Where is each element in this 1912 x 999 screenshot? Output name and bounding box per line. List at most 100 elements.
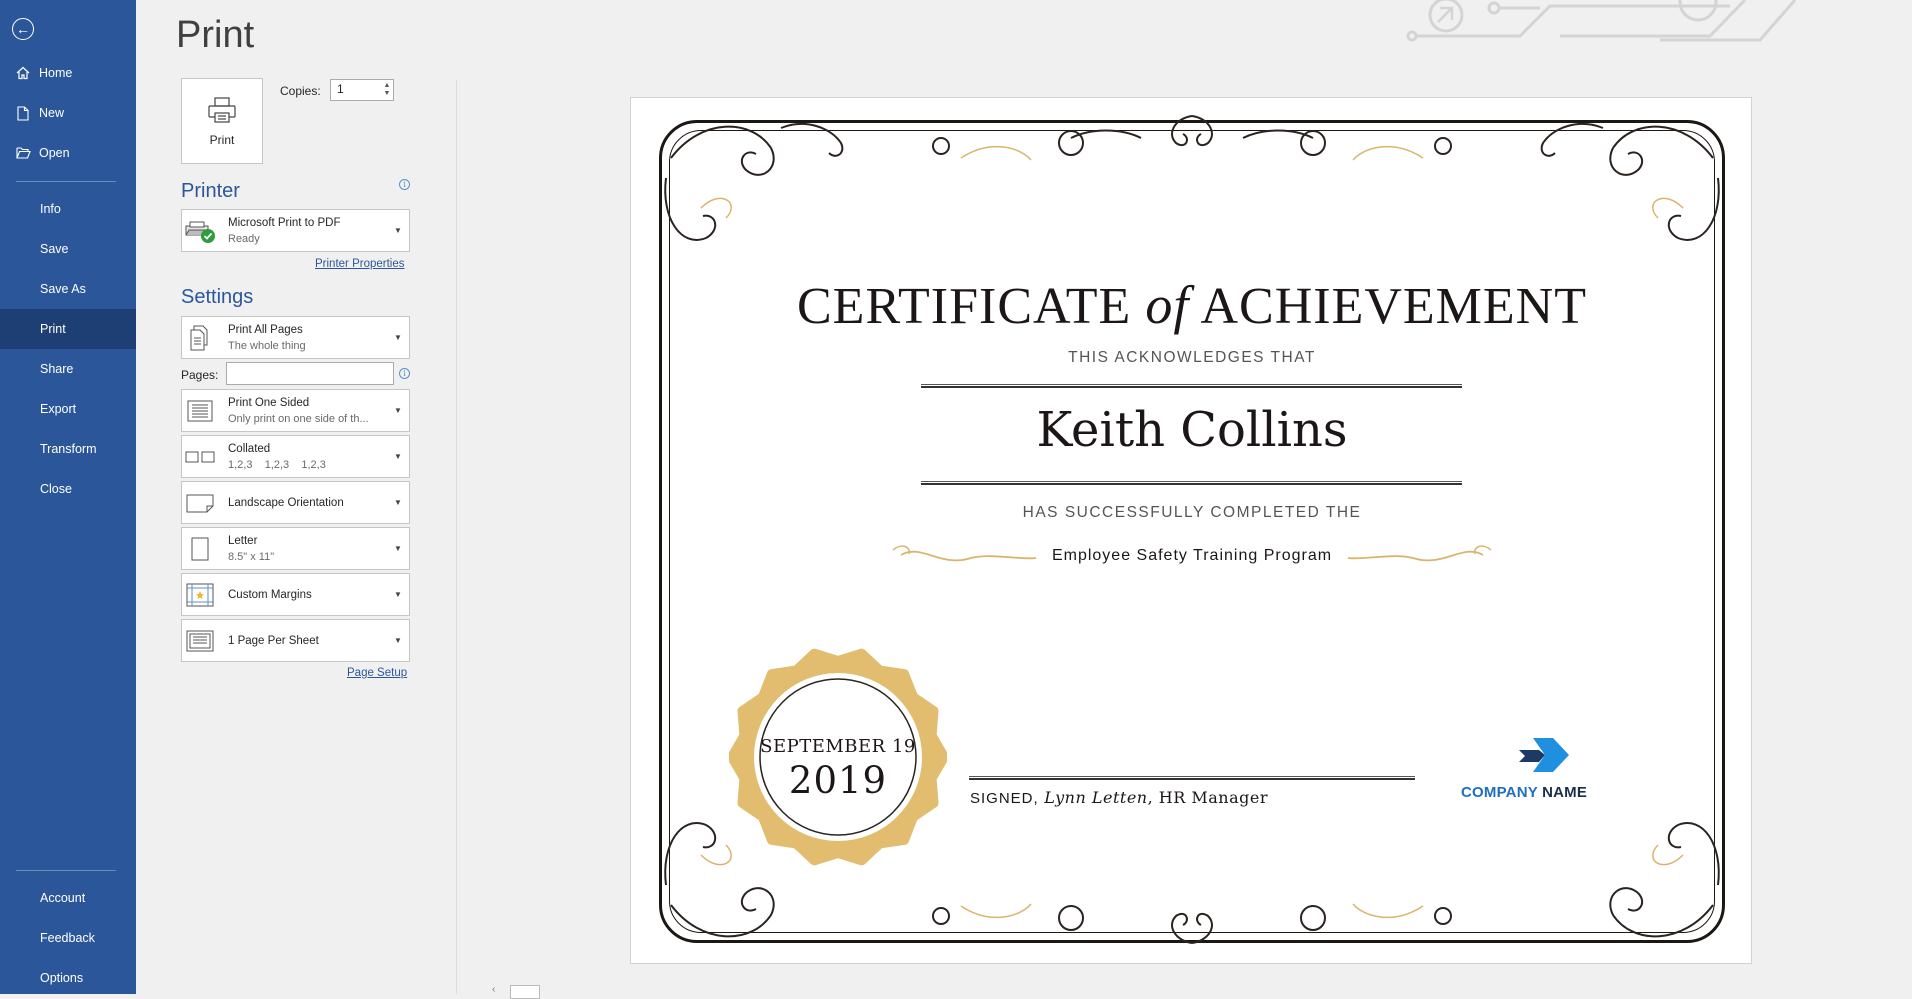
page-setup-link[interactable]: Page Setup	[347, 667, 407, 679]
margins-icon	[182, 574, 218, 615]
sides-dropdown[interactable]: Print One Sided Only print on one side o…	[181, 389, 410, 432]
print-button-label: Print	[209, 132, 235, 147]
home-icon	[15, 66, 31, 80]
copies-label: Copies:	[280, 84, 321, 98]
pages-icon	[182, 317, 218, 358]
sides-sub: Only print on one side of th...	[228, 412, 369, 425]
certificate-title: CERTIFICATE of ACHIEVEMENT	[631, 274, 1753, 336]
info-icon[interactable]: i	[399, 368, 410, 379]
collated-icon	[182, 436, 218, 477]
pages-input[interactable]	[226, 362, 394, 385]
sidebar-item-label: Options	[40, 971, 84, 985]
circuit-decoration	[1406, 0, 1797, 42]
settings-heading: Settings	[181, 286, 254, 308]
sidebar-item-label: Transform	[40, 442, 97, 456]
sidebar-item-transform[interactable]: Transform	[0, 429, 136, 469]
pages-per-sheet-icon	[182, 620, 218, 661]
back-arrow-icon[interactable]: ←	[12, 18, 34, 40]
sidebar-item-export[interactable]: Export	[0, 389, 136, 429]
sidebar-item-account[interactable]: Account	[0, 878, 136, 918]
page-number-input[interactable]	[510, 985, 540, 999]
copies-spinner[interactable]: ▲ ▼	[381, 80, 393, 100]
sides-main: Print One Sided	[228, 396, 310, 409]
chevron-down-icon: ▼	[394, 544, 402, 553]
sidebar-item-label: Feedback	[40, 931, 95, 945]
sidebar-item-close[interactable]: Close	[0, 469, 136, 509]
sidebar-item-label: Save	[40, 242, 69, 256]
title-part-1: CERTIFICATE	[797, 278, 1132, 335]
spin-up-icon[interactable]: ▲	[384, 82, 391, 90]
sidebar-item-feedback[interactable]: Feedback	[0, 918, 136, 958]
collation-main: Collated	[228, 442, 271, 455]
seal-year: 2019	[788, 759, 888, 802]
margins-main: Custom Margins	[228, 588, 312, 601]
title-part-2: ACHIEVEMENT	[1200, 278, 1587, 335]
spin-down-icon[interactable]: ▼	[384, 90, 391, 98]
paper-size-main: Letter	[228, 534, 258, 547]
sidebar-item-label: Home	[39, 66, 73, 80]
sidebar-item-new[interactable]: New	[0, 93, 136, 133]
print-button[interactable]: Print	[181, 78, 263, 164]
chevron-down-icon: ▼	[394, 406, 402, 415]
chevron-down-icon: ▼	[394, 590, 402, 599]
printer-heading: Printer	[181, 180, 240, 202]
print-range-dropdown[interactable]: Print All Pages The whole thing ▼	[181, 316, 410, 359]
orientation-main: Landscape Orientation	[228, 496, 344, 509]
collation-dropdown[interactable]: Collated 1,2,3 1,2,3 1,2,3 ▼	[181, 435, 410, 478]
sidebar-item-label: Account	[40, 891, 86, 905]
date-seal	[729, 648, 947, 866]
pages-per-sheet-dropdown[interactable]: 1 Page Per Sheet ▼	[181, 619, 410, 662]
printer-icon	[207, 96, 237, 127]
printer-dropdown[interactable]: Microsoft Print to PDF Ready ▼	[181, 209, 410, 252]
sidebar-item-info[interactable]: Info	[0, 189, 136, 229]
sidebar-item-label: Save As	[40, 282, 86, 296]
pages-label: Pages:	[181, 368, 219, 382]
margins-dropdown[interactable]: Custom Margins ▼	[181, 573, 410, 616]
print-range-sub: The whole thing	[228, 339, 306, 352]
one-sided-icon	[182, 390, 218, 431]
chevron-down-icon: ▼	[394, 498, 402, 507]
title-of: of	[1145, 275, 1190, 335]
panel-divider	[456, 80, 457, 994]
orientation-dropdown[interactable]: Landscape Orientation ▼	[181, 481, 410, 524]
chevron-down-icon: ▼	[394, 636, 402, 645]
sidebar-item-save-as[interactable]: Save As	[0, 269, 136, 309]
printer-status: Ready	[228, 232, 260, 245]
acknowledges-text: THIS ACKNOWLEDGES THAT	[1068, 349, 1316, 366]
print-range-main: Print All Pages	[228, 323, 303, 336]
landscape-icon	[182, 482, 218, 523]
pages-per-sheet-main: 1 Page Per Sheet	[228, 634, 319, 647]
company-word-1: COMPANY	[1461, 784, 1538, 801]
program-name: Employee Safety Training Program	[1051, 547, 1333, 564]
seal-month: SEPTEMBER 19	[760, 736, 916, 757]
new-document-icon	[15, 105, 31, 121]
sidebar-item-save[interactable]: Save	[0, 229, 136, 269]
signature-text: SIGNED, Lynn Letten, HR Manager	[970, 788, 1268, 807]
page-title: Print	[176, 14, 255, 56]
paper-size-sub: 8.5" x 11"	[228, 550, 275, 563]
printer-name: Microsoft Print to PDF	[228, 216, 341, 229]
recipient-name: Keith Collins	[1036, 402, 1348, 458]
company-word-2: NAME	[1542, 784, 1588, 801]
sidebar-item-label: Export	[40, 402, 77, 416]
open-folder-icon	[15, 147, 31, 159]
sidebar-item-label: Close	[40, 482, 72, 496]
info-icon[interactable]: i	[399, 179, 410, 190]
signer-name: Lynn Letten	[1044, 788, 1148, 807]
sidebar-item-print[interactable]: Print	[0, 309, 136, 349]
printer-properties-link[interactable]: Printer Properties	[315, 258, 404, 270]
paper-size-dropdown[interactable]: Letter 8.5" x 11" ▼	[181, 527, 410, 570]
sidebar-item-share[interactable]: Share	[0, 349, 136, 389]
sidebar-item-home[interactable]: Home	[0, 53, 136, 93]
sidebar-item-options[interactable]: Options	[0, 958, 136, 998]
chevron-down-icon: ▼	[394, 333, 402, 342]
company-name: COMPANY NAME	[1461, 784, 1607, 801]
collation-sub: 1,2,3 1,2,3 1,2,3	[228, 458, 326, 471]
paper-size-icon	[182, 528, 218, 569]
print-preview-page: CERTIFICATE of ACHIEVEMENT THIS ACKNOWLE…	[630, 97, 1752, 964]
signature-line	[969, 776, 1415, 780]
sidebar-item-open[interactable]: Open	[0, 133, 136, 173]
chevron-down-icon: ▼	[394, 226, 402, 235]
backstage-sidebar: ← Home New Open Info Save Save As Print …	[0, 0, 136, 994]
prev-page-arrow-icon[interactable]: ‹	[492, 984, 495, 995]
